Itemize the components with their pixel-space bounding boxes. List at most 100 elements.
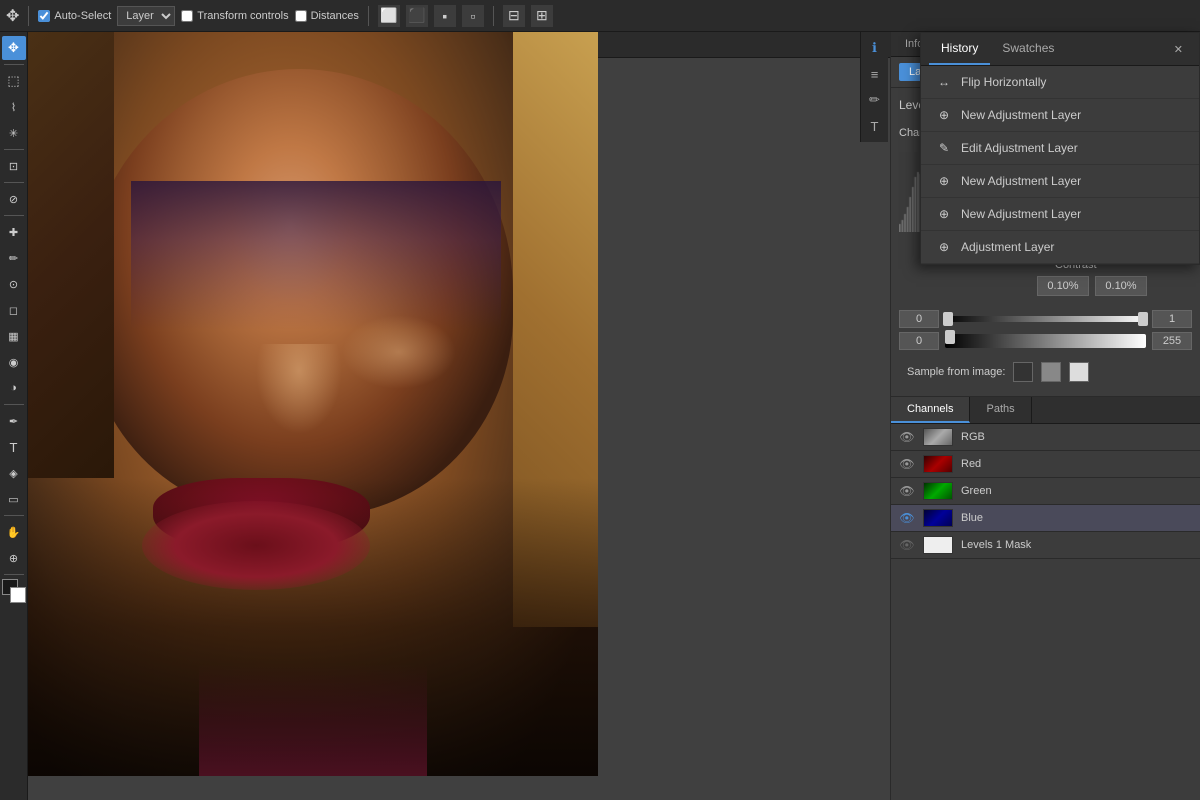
fg-bg-colors[interactable] bbox=[2, 579, 26, 603]
paths-tab[interactable]: Paths bbox=[970, 397, 1031, 423]
channel-item-rgb[interactable]: 👁 RGB bbox=[891, 424, 1200, 451]
channel-thumb-rgb bbox=[923, 428, 953, 446]
zoom-tool-btn[interactable]: ⊕ bbox=[2, 546, 26, 570]
text-panel-icon[interactable]: T bbox=[863, 114, 887, 138]
brush-tool-btn[interactable]: ✏ bbox=[2, 246, 26, 270]
history-item-new-adj-2[interactable]: ⊕ New Adjustment Layer bbox=[921, 165, 1199, 198]
magic-wand-tool-btn[interactable]: ✳ bbox=[2, 121, 26, 145]
distribute-btn[interactable]: ▫ bbox=[462, 5, 484, 27]
tool-sep-3 bbox=[4, 182, 24, 183]
distances-checkbox[interactable] bbox=[295, 10, 307, 22]
history-item-flip[interactable]: ↔ Flip Horizontally bbox=[921, 66, 1199, 99]
new-adj-2-icon: ⊕ bbox=[935, 172, 953, 190]
channel-item-green[interactable]: 👁 Green bbox=[891, 478, 1200, 505]
sample-label: Sample from image: bbox=[907, 366, 1005, 378]
input-slider-track[interactable] bbox=[943, 316, 1148, 322]
history-item-edit-adj[interactable]: ✎ Edit Adjustment Layer bbox=[921, 132, 1199, 165]
eraser-tool-btn[interactable]: ◻ bbox=[2, 298, 26, 322]
output-min-thumb[interactable] bbox=[945, 330, 955, 344]
highlight-swatch[interactable] bbox=[1069, 362, 1089, 382]
tool-sep-1 bbox=[4, 64, 24, 65]
history-dropdown-panel: History Swatches ✕ ↔ Flip Horizontally ⊕… bbox=[920, 32, 1200, 265]
background-color[interactable] bbox=[10, 587, 26, 603]
edit-panel-icon[interactable]: ✏ bbox=[863, 88, 887, 112]
history-item-new-adj-3[interactable]: ⊕ New Adjustment Layer bbox=[921, 198, 1199, 231]
output-min-field[interactable]: 0 bbox=[899, 332, 939, 350]
dodge-tool-btn[interactable]: ◑ bbox=[2, 376, 26, 400]
channel-name-blue: Blue bbox=[961, 512, 1192, 524]
pen-tool-btn[interactable]: ✒ bbox=[2, 409, 26, 433]
lasso-tool-btn[interactable]: ⌇ bbox=[2, 95, 26, 119]
move-tool-icon[interactable]: ✥ bbox=[6, 6, 19, 26]
layer-dropdown[interactable]: Layer bbox=[117, 6, 175, 26]
history-tab[interactable]: History bbox=[929, 33, 990, 65]
channel-eye-green[interactable]: 👁 bbox=[899, 483, 915, 499]
channel-thumb-green bbox=[923, 482, 953, 500]
main-layout: ✥ ⬚ ⌇ ✳ ⊡ ⊘ ✚ ✏ ⊙ ◻ ▦ ◉ ◑ ✒ T ◈ ▭ ✋ ⊕ bbox=[0, 32, 1200, 800]
hand-tool-btn[interactable]: ✋ bbox=[2, 520, 26, 544]
eyedropper-tool-btn[interactable]: ⊘ bbox=[2, 187, 26, 211]
align-center-btn[interactable]: ⬛ bbox=[406, 5, 428, 27]
edit-adj-label: Edit Adjustment Layer bbox=[961, 141, 1078, 155]
swatches-tab[interactable]: Swatches bbox=[990, 33, 1066, 65]
distances-item: Distances bbox=[295, 10, 359, 22]
bottom-strip bbox=[199, 664, 427, 776]
align-right-btn[interactable]: ▪ bbox=[434, 5, 456, 27]
type-tool-btn[interactable]: T bbox=[2, 435, 26, 459]
toolbar-separator bbox=[28, 6, 29, 26]
input-max-thumb[interactable] bbox=[1138, 312, 1148, 326]
move-tool-btn[interactable]: ✥ bbox=[2, 36, 26, 60]
blur-tool-btn[interactable]: ◉ bbox=[2, 350, 26, 374]
transform-controls-label: Transform controls bbox=[197, 10, 288, 22]
left-toolbar: ✥ ⬚ ⌇ ✳ ⊡ ⊘ ✚ ✏ ⊙ ◻ ▦ ◉ ◑ ✒ T ◈ ▭ ✋ ⊕ bbox=[0, 32, 28, 800]
shape-tool-btn[interactable]: ▭ bbox=[2, 487, 26, 511]
channel-thumb-red bbox=[923, 455, 953, 473]
channel-eye-mask[interactable]: 👁 bbox=[899, 537, 915, 553]
channel-eye-rgb[interactable]: 👁 bbox=[899, 429, 915, 445]
adjustments-panel-icon[interactable]: ≡ bbox=[863, 62, 887, 86]
channel-eye-red[interactable]: 👁 bbox=[899, 456, 915, 472]
transform-controls-checkbox[interactable] bbox=[181, 10, 193, 22]
tool-sep-5 bbox=[4, 404, 24, 405]
info-panel-icon[interactable]: ℹ bbox=[863, 36, 887, 60]
history-item-new-adj-1[interactable]: ⊕ New Adjustment Layer bbox=[921, 99, 1199, 132]
channel-item-blue[interactable]: 👁 Blue bbox=[891, 505, 1200, 532]
input-min-field[interactable]: 0 bbox=[899, 310, 939, 328]
channel-item-red[interactable]: 👁 Red bbox=[891, 451, 1200, 478]
auto-select-checkbox[interactable] bbox=[38, 10, 50, 22]
percent-input-2[interactable]: 0.10% bbox=[1095, 276, 1147, 296]
input-max-field[interactable]: 1 bbox=[1152, 310, 1192, 328]
flip-label: Flip Horizontally bbox=[961, 75, 1046, 89]
percent-input-1[interactable]: 0.10% bbox=[1037, 276, 1089, 296]
history-panel-close[interactable]: ✕ bbox=[1166, 39, 1191, 60]
output-row: 0 255 bbox=[899, 332, 1192, 350]
path-select-tool-btn[interactable]: ◈ bbox=[2, 461, 26, 485]
channel-thumb-blue bbox=[923, 509, 953, 527]
rect-select-tool-btn[interactable]: ⬚ bbox=[2, 69, 26, 93]
canvas-content bbox=[28, 32, 890, 800]
history-item-adj[interactable]: ⊕ Adjustment Layer bbox=[921, 231, 1199, 264]
channels-tab[interactable]: Channels bbox=[891, 397, 970, 423]
align-left-btn[interactable]: ⬜ bbox=[378, 5, 400, 27]
input-slider-row: 0 1 bbox=[899, 310, 1192, 328]
channel-item-mask[interactable]: 👁 Levels 1 Mask bbox=[891, 532, 1200, 559]
gradient-tool-btn[interactable]: ▦ bbox=[2, 324, 26, 348]
percent-row: 0.10% 0.10% bbox=[1037, 276, 1192, 296]
shadow-swatch[interactable] bbox=[1013, 362, 1033, 382]
clone-tool-btn[interactable]: ⊙ bbox=[2, 272, 26, 296]
input-min-thumb[interactable] bbox=[943, 312, 953, 326]
artboard-btn[interactable]: ⊟ bbox=[503, 5, 525, 27]
tool-sep-7 bbox=[4, 574, 24, 575]
heal-tool-btn[interactable]: ✚ bbox=[2, 220, 26, 244]
channel-eye-blue[interactable]: 👁 bbox=[899, 510, 915, 526]
midtone-swatch[interactable] bbox=[1041, 362, 1061, 382]
portrait-image bbox=[28, 32, 598, 776]
auto-select-item: Auto-Select bbox=[38, 10, 111, 22]
output-slider[interactable] bbox=[945, 334, 1146, 348]
crop-tool-btn[interactable]: ⊡ bbox=[2, 154, 26, 178]
toolbar-sep-2 bbox=[368, 6, 369, 26]
output-max-field[interactable]: 255 bbox=[1152, 332, 1192, 350]
transform-controls-item: Transform controls bbox=[181, 10, 288, 22]
channel-name-red: Red bbox=[961, 458, 1192, 470]
group-btn[interactable]: ⊞ bbox=[531, 5, 553, 27]
